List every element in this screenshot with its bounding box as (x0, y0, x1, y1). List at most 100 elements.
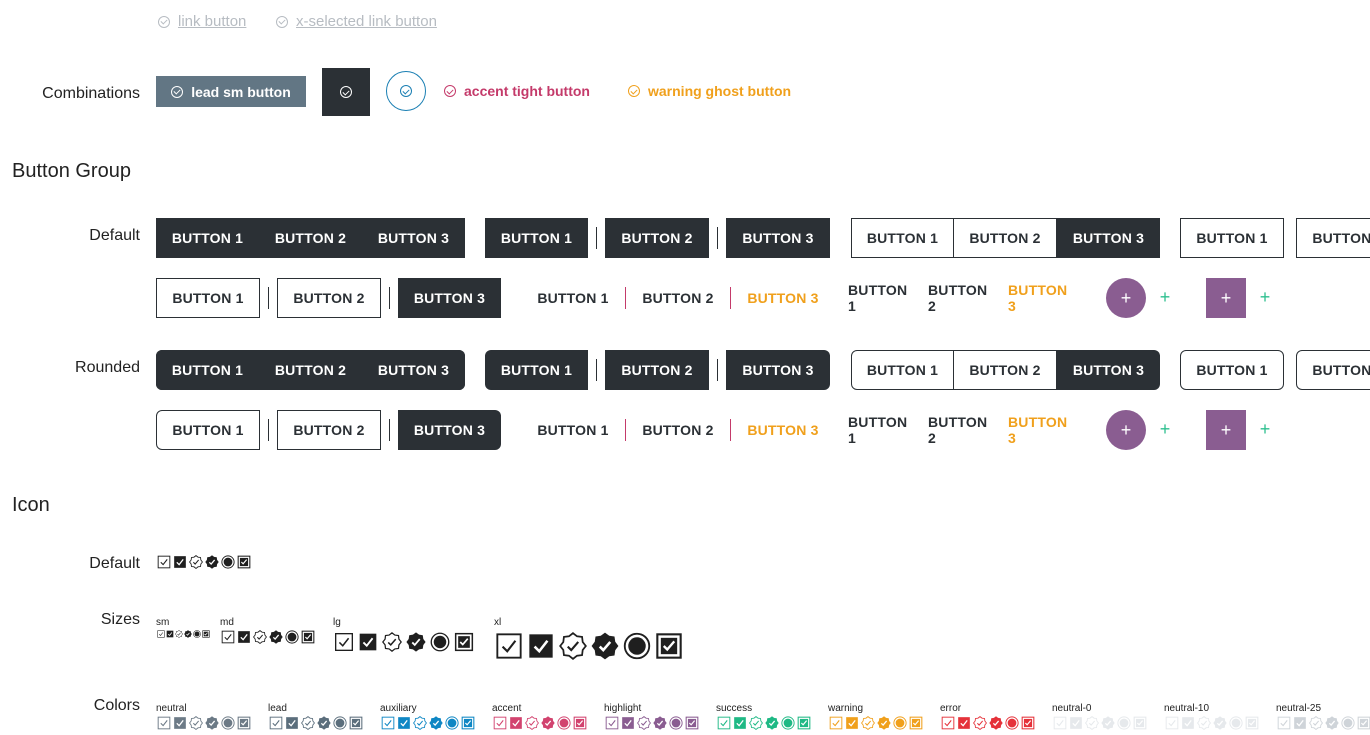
group-button-2[interactable]: BUTTON 2 (626, 410, 730, 450)
group-button-3[interactable]: BUTTON 3 (1057, 218, 1160, 258)
group-button-1[interactable]: BUTTON 1 (485, 218, 588, 258)
group-button-2[interactable]: BUTTON 2 (605, 350, 709, 390)
lead-sm-button[interactable]: lead sm button (156, 76, 306, 107)
icon-color-label: warning (828, 703, 864, 714)
icon-color-label: accent (492, 703, 522, 714)
badge-check-filled-icon (877, 716, 891, 730)
group-button-2[interactable]: BUTTON 2 (259, 350, 362, 390)
group-button-3[interactable]: BUTTON 3 (398, 410, 501, 450)
icon-color-label: success (716, 703, 753, 714)
dark-icon-button[interactable] (322, 68, 370, 116)
group-button-2[interactable]: BUTTON 2 (277, 278, 381, 318)
badge-check-outline-icon (559, 632, 587, 660)
group-button-1[interactable]: BUTTON 1 (848, 410, 918, 450)
add-square-button[interactable]: + (1206, 410, 1246, 450)
x-selected-link-button[interactable]: x-selected link button (276, 13, 437, 30)
group-button-3[interactable]: BUTTON 3 (726, 350, 830, 390)
add-square-button[interactable]: + (1206, 278, 1246, 318)
icon-set-xl (495, 632, 683, 660)
checkbox-boxed-icon (461, 716, 475, 730)
checkbox-outline-icon (941, 716, 955, 730)
accent-tight-button[interactable]: accent tight button (444, 81, 590, 101)
icon-set-neutral (157, 716, 251, 730)
checkbox-boxed-icon (349, 716, 363, 730)
badge-check-outline-icon (189, 716, 203, 730)
group-button-1[interactable]: BUTTON 1 (848, 278, 918, 318)
group-button-3[interactable]: BUTTON 3 (1008, 278, 1078, 318)
add-round-button[interactable]: + (1106, 410, 1146, 450)
badge-check-filled-icon (765, 716, 779, 730)
badge-check-filled-icon (429, 716, 443, 730)
group-button-2[interactable]: BUTTON 2 (928, 410, 998, 450)
group-button-3[interactable]: BUTTON 3 (362, 218, 465, 258)
group-button-2[interactable]: BUTTON 2 (954, 350, 1057, 390)
group-button-2[interactable]: BUTTON 2 (1296, 218, 1370, 258)
check-badge-icon (276, 15, 288, 28)
group-button-1[interactable]: BUTTON 1 (485, 350, 588, 390)
group-button-2[interactable]: BUTTON 2 (277, 410, 381, 450)
checkbox-outline-icon (157, 630, 165, 638)
group-button-1[interactable]: BUTTON 1 (521, 410, 625, 450)
checkbox-filled-icon (510, 717, 522, 729)
icon-color-label: neutral (156, 703, 187, 714)
group-button-1[interactable]: BUTTON 1 (156, 350, 259, 390)
badge-check-outline-icon (189, 555, 203, 569)
add-round-button[interactable]: + (1106, 278, 1146, 318)
group-button-1[interactable]: BUTTON 1 (156, 278, 260, 318)
group-button-1[interactable]: BUTTON 1 (156, 410, 260, 450)
group-button-1[interactable]: BUTTON 1 (851, 218, 954, 258)
group-button-1[interactable]: BUTTON 1 (1180, 218, 1284, 258)
group-button-2[interactable]: BUTTON 2 (928, 278, 998, 318)
radio-filled-icon (781, 716, 795, 730)
group-button-2[interactable]: BUTTON 2 (605, 218, 709, 258)
add-icon[interactable]: + (1155, 419, 1175, 440)
group-button-1[interactable]: BUTTON 1 (521, 278, 625, 318)
badge-check-filled-icon (184, 630, 192, 638)
group-button-1[interactable]: BUTTON 1 (156, 218, 259, 258)
checkbox-filled-icon (1294, 717, 1306, 729)
checkbox-filled-icon (1070, 717, 1082, 729)
separator (389, 287, 390, 309)
link-button[interactable]: link button (158, 13, 246, 30)
radio-filled-icon (445, 716, 459, 730)
separator (717, 227, 718, 249)
radio-filled-icon (669, 716, 683, 730)
badge-check-outline-icon (1085, 716, 1099, 730)
checkbox-filled-icon (529, 634, 553, 658)
auxiliary-round-icon-button[interactable] (386, 71, 426, 111)
checkbox-filled-icon (1182, 717, 1194, 729)
badge-check-filled-icon (541, 716, 555, 730)
badge-check-outline-icon (253, 630, 267, 644)
button-group-outline-selected-rounded: BUTTON 1 BUTTON 2 BUTTON 3 (851, 350, 1160, 390)
group-button-3[interactable]: BUTTON 3 (1057, 350, 1160, 390)
icon-color-label: error (940, 703, 962, 714)
group-button-3[interactable]: BUTTON 3 (362, 350, 465, 390)
icon-color-label: auxiliary (380, 703, 417, 714)
group-button-2[interactable]: BUTTON 2 (626, 278, 730, 318)
add-icon[interactable]: + (1255, 287, 1275, 308)
badge-check-outline-icon (382, 632, 402, 652)
button-group-text-separated-rounded: BUTTON 1 BUTTON 2 BUTTON 3 (521, 410, 835, 450)
checkbox-outline-icon (717, 716, 731, 730)
add-icon[interactable]: + (1155, 287, 1175, 308)
group-button-3[interactable]: BUTTON 3 (731, 278, 835, 318)
group-button-2[interactable]: BUTTON 2 (1296, 350, 1370, 390)
checkbox-boxed-icon (797, 716, 811, 730)
group-button-3[interactable]: BUTTON 3 (726, 218, 830, 258)
group-button-3[interactable]: BUTTON 3 (1008, 410, 1078, 450)
radio-filled-icon (221, 555, 235, 569)
warning-ghost-button[interactable]: warning ghost button (628, 81, 791, 101)
group-button-2[interactable]: BUTTON 2 (954, 218, 1057, 258)
group-button-1[interactable]: BUTTON 1 (851, 350, 954, 390)
checkbox-filled-icon (958, 717, 970, 729)
checkbox-filled-icon (166, 630, 174, 638)
checkbox-boxed-icon (1021, 716, 1035, 730)
group-button-1[interactable]: BUTTON 1 (1180, 350, 1284, 390)
radio-filled-icon (285, 630, 299, 644)
badge-check-outline-icon (525, 716, 539, 730)
group-button-3[interactable]: BUTTON 3 (731, 410, 835, 450)
group-button-3[interactable]: BUTTON 3 (398, 278, 501, 318)
group-button-2[interactable]: BUTTON 2 (259, 218, 362, 258)
checkbox-outline-icon (335, 633, 353, 651)
add-icon[interactable]: + (1255, 419, 1275, 440)
